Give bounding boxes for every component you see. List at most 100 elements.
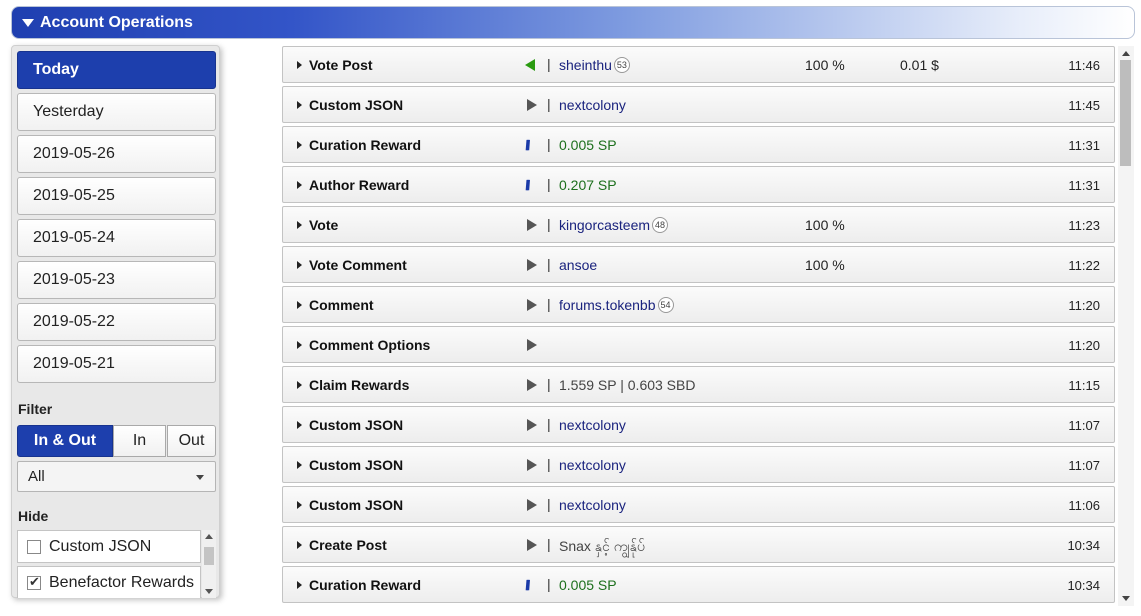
detail-text: nextcolony xyxy=(559,97,626,113)
operation-detail[interactable]: nextcolony xyxy=(559,457,626,473)
day-button[interactable]: Today xyxy=(17,51,216,89)
filter-out-button[interactable]: Out xyxy=(167,425,216,457)
detail-text: forums.tokenbb xyxy=(559,297,656,313)
panel-header[interactable]: Account Operations xyxy=(11,6,1135,39)
operation-time: 10:34 xyxy=(1067,578,1100,593)
expand-triangle-icon[interactable] xyxy=(297,341,302,349)
play-icon xyxy=(527,499,537,511)
vote-percent: 100 % xyxy=(805,217,845,233)
day-button[interactable]: 2019-05-23 xyxy=(17,261,216,299)
separator: | xyxy=(547,136,551,152)
play-icon xyxy=(527,339,537,351)
day-button[interactable]: 2019-05-24 xyxy=(17,219,216,257)
operation-detail[interactable]: sheinthu 53 xyxy=(559,57,630,73)
expand-triangle-icon[interactable] xyxy=(297,61,302,69)
expand-triangle-icon[interactable] xyxy=(297,421,302,429)
type-select[interactable]: All xyxy=(17,461,216,492)
detail-text: 0.207 SP xyxy=(559,177,617,193)
scroll-thumb[interactable] xyxy=(204,547,214,565)
operation-detail[interactable]: kingorcasteem 48 xyxy=(559,217,669,233)
separator: | xyxy=(547,296,551,312)
operation-row[interactable]: Comment | forums.tokenbb 54 11:20 xyxy=(282,286,1115,323)
detail-text: 0.005 SP xyxy=(559,577,617,593)
scroll-thumb[interactable] xyxy=(1120,60,1131,166)
checkbox[interactable] xyxy=(27,574,41,590)
operations-list: Vote Post | sheinthu 53 100 % 0.01 $ 11:46 Cust… xyxy=(282,46,1115,616)
expand-triangle-icon[interactable] xyxy=(297,461,302,469)
expand-triangle-icon[interactable] xyxy=(297,541,302,549)
operation-row[interactable]: Vote Comment | ansoe 100 % 11:22 xyxy=(282,246,1115,283)
expand-triangle-icon[interactable] xyxy=(297,221,302,229)
day-button[interactable]: 2019-05-26 xyxy=(17,135,216,173)
day-button[interactable]: 2019-05-21 xyxy=(17,345,216,383)
scroll-up-icon[interactable] xyxy=(205,534,213,539)
operation-detail: 0.005 SP xyxy=(559,577,617,593)
operation-detail[interactable]: forums.tokenbb 54 xyxy=(559,297,674,313)
scroll-down-icon[interactable] xyxy=(205,589,213,594)
play-icon xyxy=(527,419,537,431)
separator: | xyxy=(547,56,551,72)
expand-triangle-icon[interactable] xyxy=(297,101,302,109)
play-icon xyxy=(527,539,537,551)
hide-item-custom-json[interactable]: Custom JSON xyxy=(17,530,201,563)
hide-item-benefactor-rewards[interactable]: Benefactor Rewards xyxy=(17,566,201,598)
operation-time: 11:31 xyxy=(1068,178,1100,193)
operation-type: Custom JSON xyxy=(309,457,404,473)
operation-row[interactable]: Custom JSON | nextcolony 11:06 xyxy=(282,486,1115,523)
operation-time: 11:23 xyxy=(1068,218,1100,233)
expand-triangle-icon[interactable] xyxy=(297,381,302,389)
play-icon xyxy=(527,219,537,231)
chevron-down-icon xyxy=(196,475,204,480)
operation-detail[interactable]: nextcolony xyxy=(559,417,626,433)
operation-detail[interactable]: nextcolony xyxy=(559,497,626,513)
expand-triangle-icon[interactable] xyxy=(297,501,302,509)
operation-type: Comment Options xyxy=(309,337,431,353)
steem-icon: \\\ xyxy=(522,577,530,593)
expand-triangle-icon[interactable] xyxy=(297,261,302,269)
play-icon xyxy=(527,379,537,391)
sidebar: Today Yesterday 2019-05-26 2019-05-25 2019-0… xyxy=(11,45,220,598)
hide-label: Hide xyxy=(18,508,49,524)
operation-time: 11:07 xyxy=(1068,418,1100,433)
operation-type: Custom JSON xyxy=(309,497,404,513)
expand-triangle-icon[interactable] xyxy=(297,141,302,149)
day-button[interactable]: 2019-05-25 xyxy=(17,177,216,215)
operation-type: Comment xyxy=(309,297,374,313)
expand-triangle-icon[interactable] xyxy=(297,301,302,309)
operation-row[interactable]: Create Post | Snax နှင့် ကျွန်ုပ် 10:34 xyxy=(282,526,1115,563)
operation-row[interactable]: Curation Reward \\\ | 0.005 SP 11:31 xyxy=(282,126,1115,163)
scroll-up-icon[interactable] xyxy=(1122,51,1130,56)
main-scrollbar[interactable] xyxy=(1118,46,1134,606)
operation-row[interactable]: Custom JSON | nextcolony 11:07 xyxy=(282,406,1115,443)
operation-type: Vote Comment xyxy=(309,257,407,273)
operation-row[interactable]: Comment Options 11:20 xyxy=(282,326,1115,363)
operation-row[interactable]: Custom JSON | nextcolony 11:07 xyxy=(282,446,1115,483)
operation-row[interactable]: Vote | kingorcasteem 48 100 % 11:23 xyxy=(282,206,1115,243)
collapse-triangle-icon[interactable] xyxy=(22,18,34,27)
scroll-down-icon[interactable] xyxy=(1122,596,1130,601)
type-select-value: All xyxy=(28,468,45,485)
operation-type: Author Reward xyxy=(309,177,410,193)
separator: | xyxy=(547,216,551,232)
operation-row[interactable]: Custom JSON | nextcolony 11:45 xyxy=(282,86,1115,123)
checkbox[interactable] xyxy=(27,539,41,554)
operation-time: 11:45 xyxy=(1068,98,1100,113)
hide-list-scrollbar[interactable] xyxy=(202,530,216,598)
hide-item-label: Benefactor Rewards xyxy=(49,573,194,591)
day-button[interactable]: 2019-05-22 xyxy=(17,303,216,341)
operation-detail[interactable]: nextcolony xyxy=(559,97,626,113)
operation-row[interactable]: Claim Rewards | 1.559 SP | 0.603 SBD 11:15 xyxy=(282,366,1115,403)
operation-row[interactable]: Vote Post | sheinthu 53 100 % 0.01 $ 11:46 xyxy=(282,46,1115,83)
reputation-badge: 48 xyxy=(652,217,669,233)
day-button[interactable]: Yesterday xyxy=(17,93,216,131)
operation-detail[interactable]: ansoe xyxy=(559,257,597,273)
operation-row[interactable]: Author Reward \\\ | 0.207 SP 11:31 xyxy=(282,166,1115,203)
operation-type: Custom JSON xyxy=(309,417,404,433)
operation-row[interactable]: Curation Reward \\\ | 0.005 SP 10:34 xyxy=(282,566,1115,603)
hide-item-label: Custom JSON xyxy=(49,537,152,555)
expand-triangle-icon[interactable] xyxy=(297,581,302,589)
filter-in-button[interactable]: In xyxy=(113,425,166,457)
operation-type: Curation Reward xyxy=(309,137,422,153)
filter-in-out-button[interactable]: In & Out xyxy=(17,425,113,457)
expand-triangle-icon[interactable] xyxy=(297,181,302,189)
